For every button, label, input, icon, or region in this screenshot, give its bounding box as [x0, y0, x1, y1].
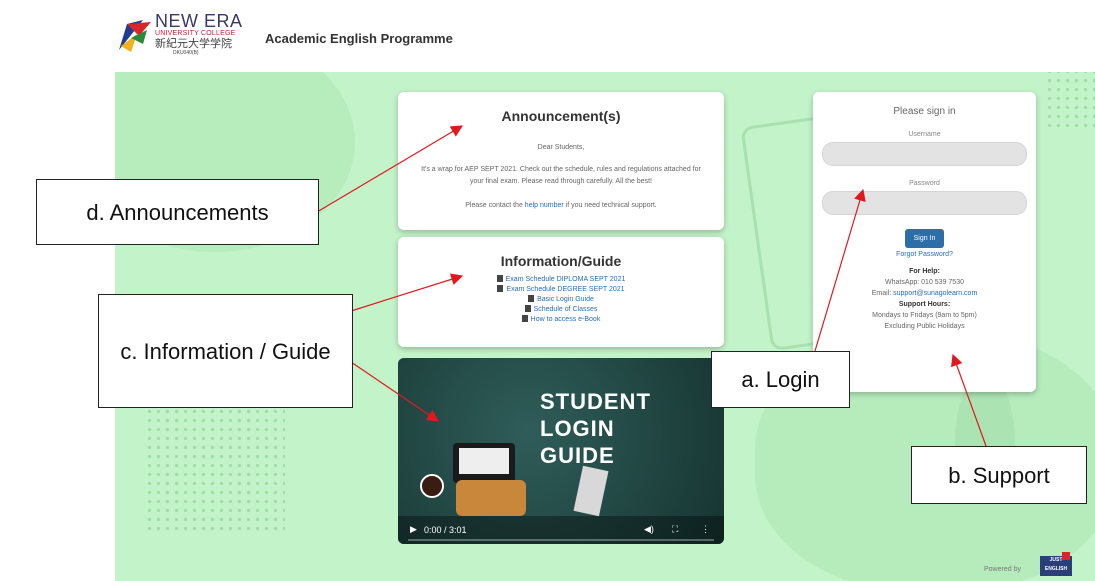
arrow-support [951, 353, 987, 447]
arrow-video [350, 361, 439, 422]
callout-announcements: d. Announcements [36, 179, 319, 245]
callout-login: a. Login [711, 351, 850, 408]
arrow-information [350, 273, 464, 312]
callout-information-guide: c. Information / Guide [98, 294, 353, 408]
arrow-announcements [316, 125, 464, 213]
arrow-login [814, 188, 866, 352]
callout-support: b. Support [911, 446, 1087, 504]
